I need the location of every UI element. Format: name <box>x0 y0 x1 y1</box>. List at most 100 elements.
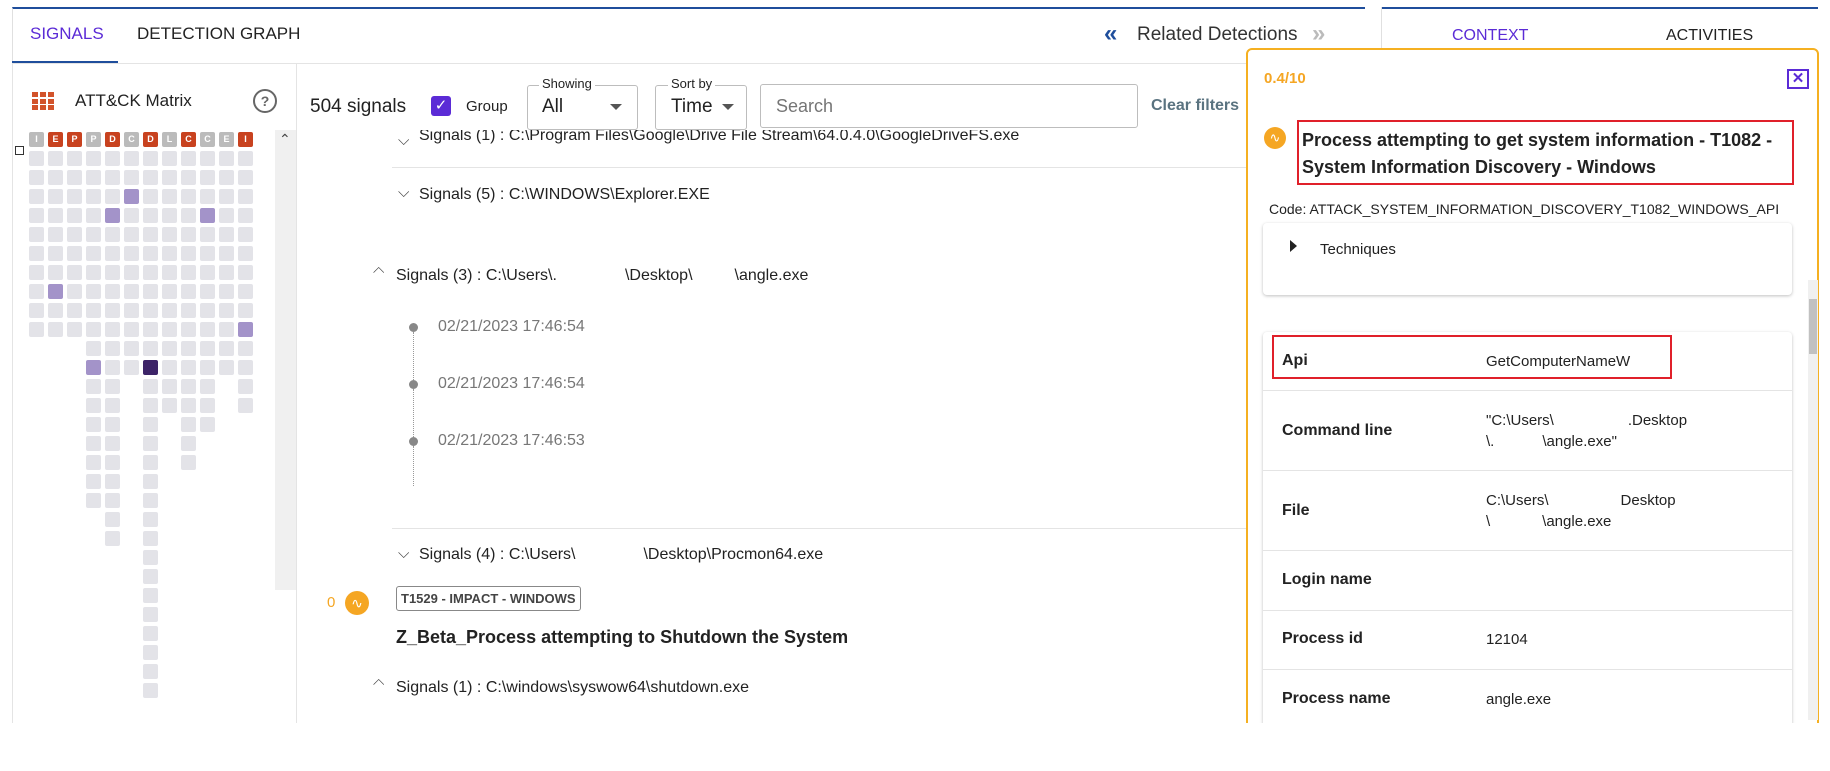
matrix-technique-cell[interactable] <box>67 322 82 337</box>
matrix-technique-cell[interactable] <box>105 455 120 470</box>
matrix-technique-cell[interactable] <box>162 398 177 413</box>
matrix-technique-cell[interactable] <box>48 284 63 299</box>
matrix-technique-cell[interactable] <box>200 208 215 223</box>
matrix-technique-cell[interactable] <box>181 151 196 166</box>
matrix-technique-cell[interactable] <box>48 265 63 280</box>
matrix-technique-cell[interactable] <box>105 474 120 489</box>
matrix-technique-cell[interactable] <box>143 531 158 546</box>
matrix-technique-cell[interactable] <box>143 151 158 166</box>
matrix-tactic-header[interactable]: C <box>124 132 139 147</box>
matrix-technique-cell[interactable] <box>124 360 139 375</box>
matrix-technique-cell[interactable] <box>105 417 120 432</box>
matrix-technique-cell[interactable] <box>105 265 120 280</box>
matrix-technique-cell[interactable] <box>162 303 177 318</box>
matrix-technique-cell[interactable] <box>181 189 196 204</box>
matrix-technique-cell[interactable] <box>105 398 120 413</box>
matrix-technique-cell[interactable] <box>219 227 234 242</box>
matrix-technique-cell[interactable] <box>219 208 234 223</box>
matrix-technique-cell[interactable] <box>143 474 158 489</box>
matrix-technique-cell[interactable] <box>181 360 196 375</box>
matrix-technique-cell[interactable] <box>48 322 63 337</box>
matrix-technique-cell[interactable] <box>29 246 44 261</box>
matrix-technique-cell[interactable] <box>238 151 253 166</box>
matrix-tactic-header[interactable]: C <box>181 132 196 147</box>
scroll-up-icon[interactable]: ⌃ <box>279 131 291 148</box>
matrix-technique-cell[interactable] <box>162 360 177 375</box>
matrix-technique-cell[interactable] <box>67 303 82 318</box>
matrix-tactic-header[interactable]: L <box>162 132 177 147</box>
matrix-technique-cell[interactable] <box>238 189 253 204</box>
matrix-technique-cell[interactable] <box>200 303 215 318</box>
signal-timestamp[interactable]: 02/21/2023 17:46:54 <box>438 318 585 336</box>
matrix-technique-cell[interactable] <box>105 379 120 394</box>
matrix-technique-cell[interactable] <box>143 189 158 204</box>
matrix-technique-cell[interactable] <box>162 170 177 185</box>
matrix-technique-cell[interactable] <box>200 265 215 280</box>
matrix-technique-cell[interactable] <box>29 208 44 223</box>
matrix-technique-cell[interactable] <box>48 189 63 204</box>
matrix-technique-cell[interactable] <box>181 246 196 261</box>
matrix-technique-cell[interactable] <box>86 493 101 508</box>
matrix-technique-cell[interactable] <box>200 246 215 261</box>
matrix-technique-cell[interactable] <box>124 189 139 204</box>
matrix-technique-cell[interactable] <box>105 303 120 318</box>
matrix-tactic-header[interactable]: P <box>86 132 101 147</box>
matrix-technique-cell[interactable] <box>143 493 158 508</box>
matrix-technique-cell[interactable] <box>29 170 44 185</box>
matrix-technique-cell[interactable] <box>143 436 158 451</box>
matrix-technique-cell[interactable] <box>124 227 139 242</box>
techniques-toggle[interactable]: Techniques <box>1320 241 1396 258</box>
matrix-technique-cell[interactable] <box>143 398 158 413</box>
matrix-tactic-header[interactable]: E <box>219 132 234 147</box>
matrix-technique-cell[interactable] <box>124 246 139 261</box>
matrix-technique-cell[interactable] <box>105 246 120 261</box>
matrix-technique-cell[interactable] <box>124 151 139 166</box>
matrix-technique-cell[interactable] <box>143 607 158 622</box>
matrix-technique-cell[interactable] <box>181 303 196 318</box>
matrix-technique-cell[interactable] <box>143 170 158 185</box>
matrix-technique-cell[interactable] <box>238 341 253 356</box>
matrix-technique-cell[interactable] <box>48 227 63 242</box>
signal-group-5[interactable]: Signals (1) : C:\windows\syswow64\shutdo… <box>396 679 749 697</box>
search-input[interactable] <box>760 84 1138 128</box>
matrix-technique-cell[interactable] <box>86 208 101 223</box>
matrix-technique-cell[interactable] <box>29 284 44 299</box>
matrix-technique-cell[interactable] <box>181 227 196 242</box>
matrix-technique-cell[interactable] <box>86 265 101 280</box>
matrix-technique-cell[interactable] <box>86 189 101 204</box>
matrix-technique-cell[interactable] <box>162 284 177 299</box>
matrix-technique-cell[interactable] <box>162 341 177 356</box>
matrix-technique-cell[interactable] <box>238 398 253 413</box>
matrix-technique-cell[interactable] <box>86 246 101 261</box>
matrix-technique-cell[interactable] <box>181 265 196 280</box>
matrix-technique-cell[interactable] <box>67 151 82 166</box>
matrix-technique-cell[interactable] <box>48 303 63 318</box>
matrix-tactic-header[interactable]: I <box>29 132 44 147</box>
matrix-technique-cell[interactable] <box>143 664 158 679</box>
matrix-technique-cell[interactable] <box>48 246 63 261</box>
close-icon[interactable]: ✕ <box>1787 69 1809 89</box>
matrix-technique-cell[interactable] <box>86 474 101 489</box>
matrix-technique-cell[interactable] <box>143 683 158 698</box>
matrix-technique-cell[interactable] <box>238 360 253 375</box>
chevron-down-icon[interactable]: ⌵ <box>398 545 409 562</box>
matrix-technique-cell[interactable] <box>238 170 253 185</box>
matrix-technique-cell[interactable] <box>181 398 196 413</box>
matrix-technique-cell[interactable] <box>29 322 44 337</box>
matrix-technique-cell[interactable] <box>105 436 120 451</box>
matrix-technique-cell[interactable] <box>48 170 63 185</box>
matrix-technique-cell[interactable] <box>86 436 101 451</box>
matrix-technique-cell[interactable] <box>181 208 196 223</box>
matrix-technique-cell[interactable] <box>200 284 215 299</box>
chevron-double-right-icon[interactable]: » <box>1312 20 1325 48</box>
matrix-technique-cell[interactable] <box>238 379 253 394</box>
matrix-technique-cell[interactable] <box>143 284 158 299</box>
matrix-technique-cell[interactable] <box>181 322 196 337</box>
matrix-technique-cell[interactable] <box>219 303 234 318</box>
matrix-technique-cell[interactable] <box>238 322 253 337</box>
matrix-technique-cell[interactable] <box>105 189 120 204</box>
matrix-technique-cell[interactable] <box>143 512 158 527</box>
matrix-technique-cell[interactable] <box>238 227 253 242</box>
matrix-technique-cell[interactable] <box>162 208 177 223</box>
matrix-technique-cell[interactable] <box>219 322 234 337</box>
